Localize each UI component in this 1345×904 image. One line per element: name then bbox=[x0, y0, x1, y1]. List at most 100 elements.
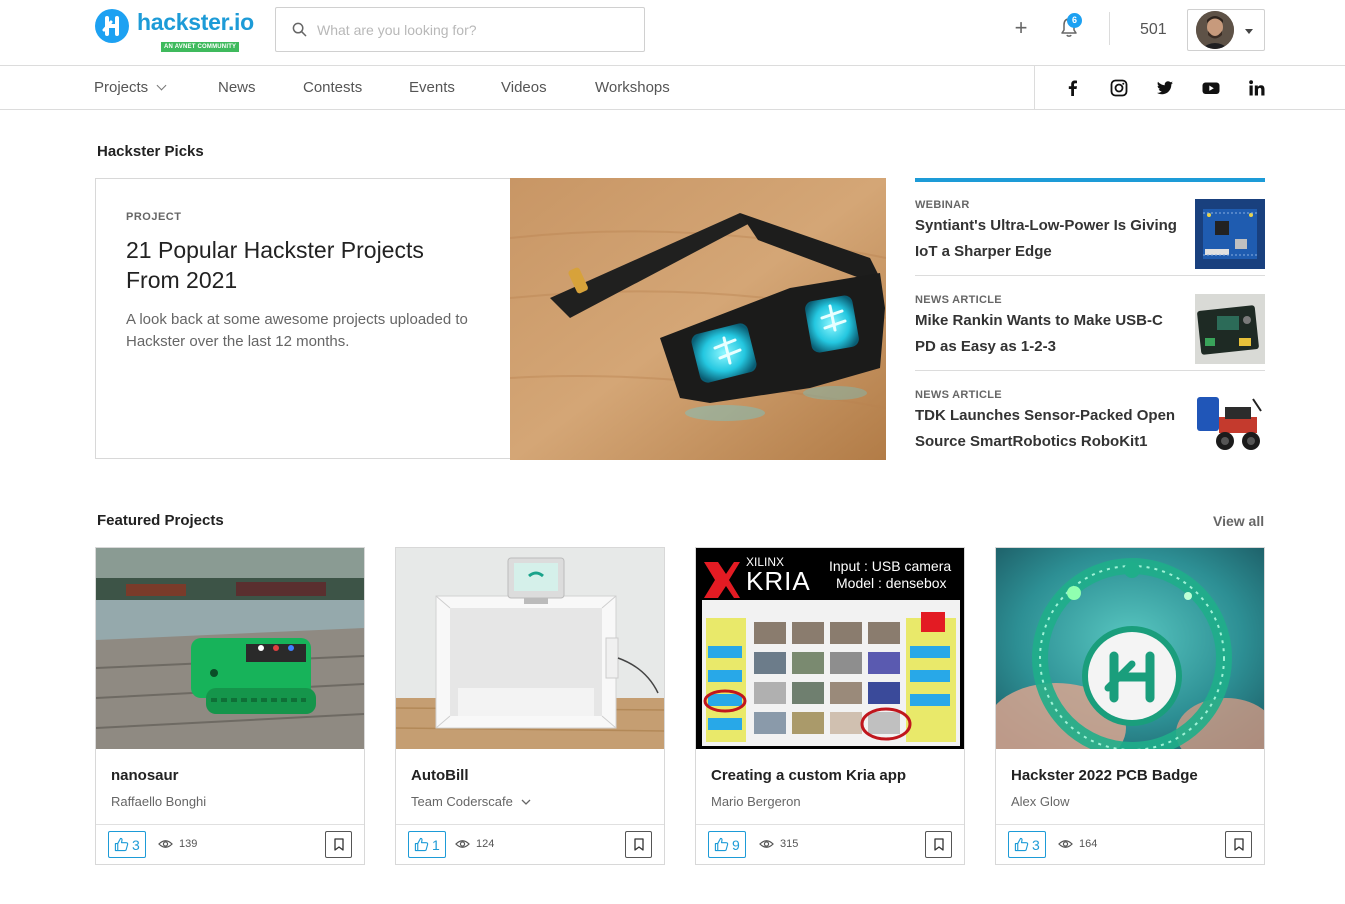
view-count-value: 315 bbox=[780, 838, 799, 850]
chevron-down-icon bbox=[521, 799, 530, 805]
twitter-icon[interactable] bbox=[1156, 79, 1174, 97]
bookmark-icon bbox=[633, 838, 644, 851]
like-button[interactable]: 1 bbox=[408, 831, 446, 858]
view-count: 124 bbox=[455, 838, 494, 850]
section-title-featured: Featured Projects bbox=[97, 512, 224, 529]
header-divider bbox=[1109, 12, 1110, 45]
project-image[interactable] bbox=[996, 548, 1264, 749]
view-count: 315 bbox=[759, 838, 798, 850]
like-button[interactable]: 9 bbox=[708, 831, 746, 858]
logo-tagline: AN AVNET COMMUNITY bbox=[161, 42, 240, 52]
project-title[interactable]: nanosaur bbox=[111, 767, 179, 784]
youtube-icon[interactable] bbox=[1202, 79, 1220, 97]
avatar bbox=[1196, 11, 1234, 49]
card-divider bbox=[996, 824, 1264, 825]
instagram-icon[interactable] bbox=[1110, 79, 1128, 97]
notification-count-badge: 6 bbox=[1067, 13, 1082, 28]
nav-item-news[interactable]: News bbox=[218, 79, 256, 96]
side-pick-thumbnail[interactable] bbox=[1195, 199, 1265, 269]
hackster-logo[interactable]: hackster.io AN AVNET COMMUNITY bbox=[95, 9, 254, 53]
project-author[interactable]: Team Coderscafe bbox=[411, 794, 531, 809]
search-box[interactable] bbox=[275, 7, 645, 52]
side-pick-thumbnail[interactable] bbox=[1195, 389, 1265, 459]
nav-item-contests[interactable]: Contests bbox=[303, 79, 362, 96]
facebook-icon[interactable] bbox=[1064, 79, 1082, 97]
hero-content-type: PROJECT bbox=[126, 211, 182, 223]
like-button[interactable]: 3 bbox=[108, 831, 146, 858]
card-divider bbox=[396, 824, 664, 825]
side-pick-title[interactable]: TDK Launches Sensor-Packed Open Source S… bbox=[915, 403, 1185, 455]
project-card-nanosaur[interactable]: nanosaur Raffaello Bonghi 3 139 bbox=[95, 547, 365, 865]
user-menu-button[interactable] bbox=[1187, 9, 1265, 51]
side-pick-title[interactable]: Syntiant's Ultra-Low-Power Is Giving IoT… bbox=[915, 213, 1185, 265]
project-card-pcb-badge[interactable]: Hackster 2022 PCB Badge Alex Glow 3 164 bbox=[995, 547, 1265, 865]
search-icon bbox=[292, 22, 307, 37]
side-pick-type: NEWS ARTICLE bbox=[915, 389, 1002, 401]
project-card-autobill[interactable]: AutoBill Team Coderscafe 1 124 bbox=[395, 547, 665, 865]
bookmark-button[interactable] bbox=[925, 831, 952, 858]
kria-input-line: Input : USB camera bbox=[829, 558, 952, 574]
nav-item-projects[interactable]: Projects bbox=[94, 79, 167, 96]
eye-icon bbox=[1058, 840, 1073, 848]
nav-item-label: Projects bbox=[94, 79, 149, 96]
view-all-link[interactable]: View all bbox=[1213, 513, 1264, 529]
project-image[interactable] bbox=[96, 548, 364, 749]
side-pick-item[interactable]: NEWS ARTICLE Mike Rankin Wants to Make U… bbox=[915, 277, 1265, 371]
logo-wordmark: hackster.io bbox=[137, 9, 254, 35]
view-count: 164 bbox=[1058, 838, 1097, 850]
eye-icon bbox=[455, 840, 470, 848]
hero-image-pcb-glasses[interactable] bbox=[510, 178, 886, 460]
linkedin-icon[interactable] bbox=[1248, 79, 1266, 97]
card-divider bbox=[696, 824, 964, 825]
bookmark-icon bbox=[933, 838, 944, 851]
card-divider bbox=[96, 824, 364, 825]
project-author[interactable]: Raffaello Bonghi bbox=[111, 794, 206, 809]
side-pick-type: NEWS ARTICLE bbox=[915, 294, 1002, 306]
nav-item-events[interactable]: Events bbox=[409, 79, 455, 96]
project-author[interactable]: Alex Glow bbox=[1011, 794, 1070, 809]
side-pick-title[interactable]: Mike Rankin Wants to Make USB-C PD as Ea… bbox=[915, 308, 1185, 360]
eye-icon bbox=[158, 840, 173, 848]
hero-card[interactable]: PROJECT 21 Popular Hackster Projects Fro… bbox=[95, 178, 886, 460]
nav-item-workshops[interactable]: Workshops bbox=[595, 79, 670, 96]
bookmark-button[interactable] bbox=[625, 831, 652, 858]
like-count: 3 bbox=[132, 836, 140, 853]
thumbs-up-icon bbox=[714, 837, 729, 852]
main-nav: Projects News Contests Events Videos Wor… bbox=[0, 66, 1345, 110]
nav-item-videos[interactable]: Videos bbox=[501, 79, 547, 96]
chevron-down-icon bbox=[1245, 29, 1253, 34]
side-pick-thumbnail[interactable] bbox=[1195, 294, 1265, 364]
project-image[interactable]: XILINX KRIA Input : USB camera Model : d… bbox=[696, 548, 964, 749]
project-author-name: Team Coderscafe bbox=[411, 794, 513, 809]
view-count-value: 164 bbox=[1079, 838, 1098, 850]
search-input[interactable] bbox=[317, 21, 617, 38]
hackster-logo-icon bbox=[95, 9, 129, 43]
hero-description: A look back at some awesome projects upl… bbox=[126, 311, 468, 350]
thumbs-up-icon bbox=[414, 837, 429, 852]
side-pick-item[interactable]: WEBINAR Syntiant's Ultra-Low-Power Is Gi… bbox=[915, 182, 1265, 276]
project-author[interactable]: Mario Bergeron bbox=[711, 794, 801, 809]
bookmark-button[interactable] bbox=[1225, 831, 1252, 858]
thumbs-up-icon bbox=[1014, 837, 1029, 852]
view-count-value: 124 bbox=[476, 838, 495, 850]
project-title[interactable]: Hackster 2022 PCB Badge bbox=[1011, 767, 1198, 784]
create-plus-icon[interactable]: + bbox=[1012, 17, 1030, 39]
section-title-picks: Hackster Picks bbox=[97, 143, 204, 160]
project-card-kria-app[interactable]: XILINX KRIA Input : USB camera Model : d… bbox=[695, 547, 965, 865]
like-count: 3 bbox=[1032, 836, 1040, 853]
bookmark-button[interactable] bbox=[325, 831, 352, 858]
like-count: 1 bbox=[432, 836, 440, 853]
project-image[interactable] bbox=[396, 548, 664, 749]
project-title[interactable]: Creating a custom Kria app bbox=[711, 767, 906, 784]
chevron-down-icon bbox=[156, 80, 167, 91]
kria-model-line: Model : densebox bbox=[836, 575, 947, 591]
like-button[interactable]: 3 bbox=[1008, 831, 1046, 858]
hero-title[interactable]: 21 Popular Hackster Projects From 2021 bbox=[126, 235, 466, 295]
nav-divider bbox=[1034, 66, 1035, 109]
side-pick-item[interactable]: NEWS ARTICLE TDK Launches Sensor-Packed … bbox=[915, 372, 1265, 466]
project-title[interactable]: AutoBill bbox=[411, 767, 469, 784]
kria-brand: KRIA bbox=[746, 566, 811, 596]
reputation-points[interactable]: 501 bbox=[1140, 21, 1167, 39]
eye-icon bbox=[759, 840, 774, 848]
top-header: hackster.io AN AVNET COMMUNITY + 6 501 bbox=[0, 0, 1345, 66]
